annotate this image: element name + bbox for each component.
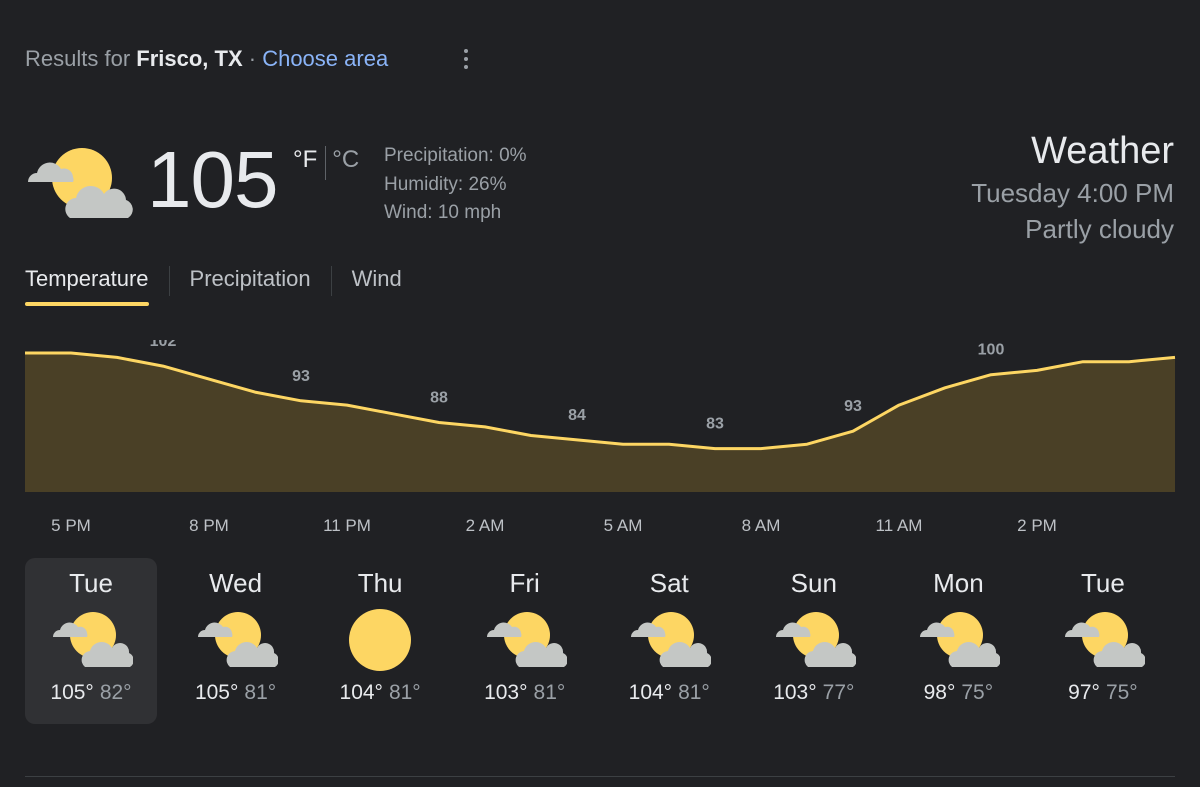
sunny-icon (349, 609, 412, 671)
high-temp: 104° (628, 681, 673, 704)
partly-cloudy-icon (631, 612, 712, 667)
celsius-unit[interactable]: °C (332, 146, 359, 174)
fahrenheit-unit[interactable]: °F (293, 146, 317, 174)
tab-precipitation[interactable]: Precipitation (190, 266, 311, 306)
partly-cloudy-icon (920, 612, 1001, 667)
forecast-day[interactable]: Sun 103° 77° (748, 558, 880, 724)
day-name: Fri (509, 568, 540, 598)
tab-divider (168, 266, 170, 296)
day-temps: 104° 81° (340, 681, 421, 705)
high-temp: 98° (923, 681, 956, 704)
temperature-chart: 10510293888483931005 PM8 PM11 PM2 AM5 AM… (25, 340, 1176, 535)
day-temps: 105° 82° (50, 681, 131, 705)
divider (25, 776, 1175, 777)
temperature-value-label: 93 (844, 398, 862, 415)
high-temp: 97° (1068, 681, 1100, 704)
low-temp: 81° (244, 681, 277, 704)
hour-tick-label: 8 AM (742, 516, 781, 535)
tab-temperature[interactable]: Temperature (25, 266, 149, 306)
unit-toggle: °F °C (293, 146, 359, 180)
precipitation-value: Precipitation: 0% (384, 145, 527, 166)
day-temps: 103° 77° (773, 681, 854, 705)
partly-cloudy-icon (1064, 612, 1145, 667)
hour-tick-label: 2 AM (466, 516, 505, 535)
weather-condition: Partly cloudy (1025, 214, 1174, 244)
forecast-day[interactable]: Tue 105° 82° (25, 558, 157, 724)
results-prefix: Results for (25, 46, 131, 71)
day-name: Wed (209, 568, 263, 598)
header-separator: · (242, 46, 263, 71)
location-name: Frisco, TX (136, 46, 243, 71)
day-name: Tue (1081, 568, 1125, 598)
day-name: Sun (790, 568, 837, 598)
wind-value: Wind: 10 mph (384, 202, 502, 223)
forecast-day[interactable]: Fri 103° 81° (459, 558, 591, 724)
more-options-icon[interactable] (455, 44, 477, 74)
partly-cloudy-icon (28, 148, 133, 218)
unit-divider (325, 146, 327, 180)
chart-tabs: Temperature Precipitation Wind (25, 266, 402, 306)
low-temp: 81° (533, 681, 566, 704)
low-temp: 75° (961, 681, 994, 704)
day-temps: 97° 75° (1068, 681, 1138, 705)
hour-tick-label: 5 AM (604, 516, 643, 535)
low-temp: 75° (1105, 681, 1138, 704)
hour-tick-label: 2 PM (1017, 516, 1057, 535)
day-name: Sat (649, 568, 689, 598)
forecast-day[interactable]: Thu 104° 81° (314, 558, 446, 724)
temperature-value-label: 93 (292, 368, 310, 385)
forecast-day[interactable]: Tue 97° 75° (1037, 558, 1169, 724)
day-temps: 104° 81° (629, 681, 710, 705)
high-temp: 105° (194, 681, 239, 704)
hour-tick-label: 11 PM (323, 516, 371, 535)
low-temp: 81° (678, 681, 710, 704)
high-temp: 105° (50, 681, 94, 704)
low-temp: 82° (99, 681, 132, 704)
hour-tick-label: 11 AM (876, 516, 923, 535)
high-temp: 104° (339, 681, 383, 704)
weather-title: Weather (1031, 130, 1174, 172)
partly-cloudy-icon (197, 612, 278, 667)
temperature-value-label: 83 (706, 416, 724, 433)
day-temps: 103° 81° (484, 681, 565, 705)
choose-area-link[interactable]: Choose area (262, 46, 388, 71)
forecast-day[interactable]: Mon 98° 75° (892, 558, 1024, 724)
current-temperature: 105 (147, 135, 278, 224)
low-temp: 81° (388, 681, 421, 704)
partly-cloudy-icon (486, 612, 567, 667)
results-header: Results for Frisco, TX · Choose area (25, 46, 388, 72)
partly-cloudy-icon (775, 612, 856, 667)
humidity-value: Humidity: 26% (384, 173, 507, 195)
temperature-value-label: 84 (568, 407, 586, 424)
high-temp: 103° (773, 681, 817, 704)
tab-wind[interactable]: Wind (352, 266, 402, 306)
sun-shape (349, 609, 412, 671)
forecast-day[interactable]: Wed 105° 81° (170, 558, 302, 724)
temperature-value-label: 102 (150, 340, 177, 350)
partly-cloudy-icon (53, 612, 133, 667)
day-name: Tue (69, 568, 113, 598)
temperature-value-label: 100 (978, 342, 1005, 359)
temperature-value-label: 88 (430, 390, 448, 407)
day-name: Mon (933, 568, 984, 598)
day-name: Thu (357, 568, 403, 598)
hour-tick-label: 8 PM (189, 516, 229, 535)
daily-forecast: Tue 105° 82° Wed 105° 81° Thu 104° 81° Fri 103°… (25, 558, 1182, 724)
hour-tick-label: 5 PM (51, 516, 91, 535)
low-temp: 77° (822, 681, 855, 704)
high-temp: 103° (484, 681, 528, 704)
weather-time: Tuesday 4:00 PM (971, 178, 1174, 208)
forecast-day[interactable]: Sat 104° 81° (603, 558, 735, 724)
tab-divider (330, 266, 332, 296)
day-temps: 98° 75° (924, 681, 994, 705)
day-temps: 105° 81° (195, 681, 276, 705)
current-details: Precipitation: 0% Humidity: 26% Wind: 10… (384, 142, 527, 228)
